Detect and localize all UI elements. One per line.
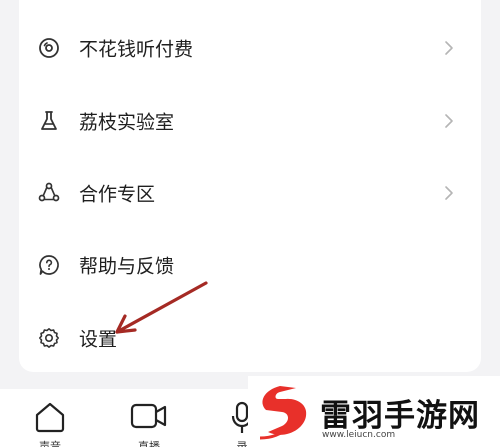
menu-item-label: 合作专区 [79, 183, 156, 206]
menu-item-label: 荔枝实验室 [79, 111, 175, 134]
cooperation-icon [38, 182, 60, 202]
menu-item-cooperation[interactable]: 合作专区 [19, 165, 481, 221]
tab-label: 声音 [39, 440, 61, 447]
menu-item-label: 不花钱听付费 [79, 38, 194, 61]
watermark: 雷羽手游网 www.leiucn.com [248, 376, 500, 447]
watermark-logo [259, 386, 307, 440]
live-camera-icon [130, 403, 167, 429]
disc-icon [39, 38, 59, 58]
chevron-right-icon [445, 186, 453, 200]
watermark-url: www.leiucn.com [322, 430, 396, 440]
menu-item-lab[interactable]: 荔枝实验室 [19, 93, 481, 149]
menu-item-label: 设置 [79, 328, 118, 351]
home-icon [35, 402, 65, 433]
menu-item-settings[interactable]: 设置 [19, 310, 481, 366]
gear-icon [39, 328, 59, 348]
menu-item-help-feedback[interactable]: 帮助与反馈 [19, 237, 481, 293]
flask-icon [41, 111, 57, 130]
chevron-right-icon [445, 41, 453, 55]
tab-live[interactable]: 直播 [114, 389, 184, 447]
tab-label: 直播 [138, 440, 160, 447]
menu-item-free-listen[interactable]: 不花钱听付费 [19, 20, 481, 76]
menu-item-label: 帮助与反馈 [79, 255, 175, 278]
watermark-text: 雷羽手游网 [320, 398, 480, 434]
chevron-right-icon [445, 114, 453, 128]
tab-home[interactable]: 声音 [15, 389, 85, 447]
help-icon [39, 255, 59, 275]
